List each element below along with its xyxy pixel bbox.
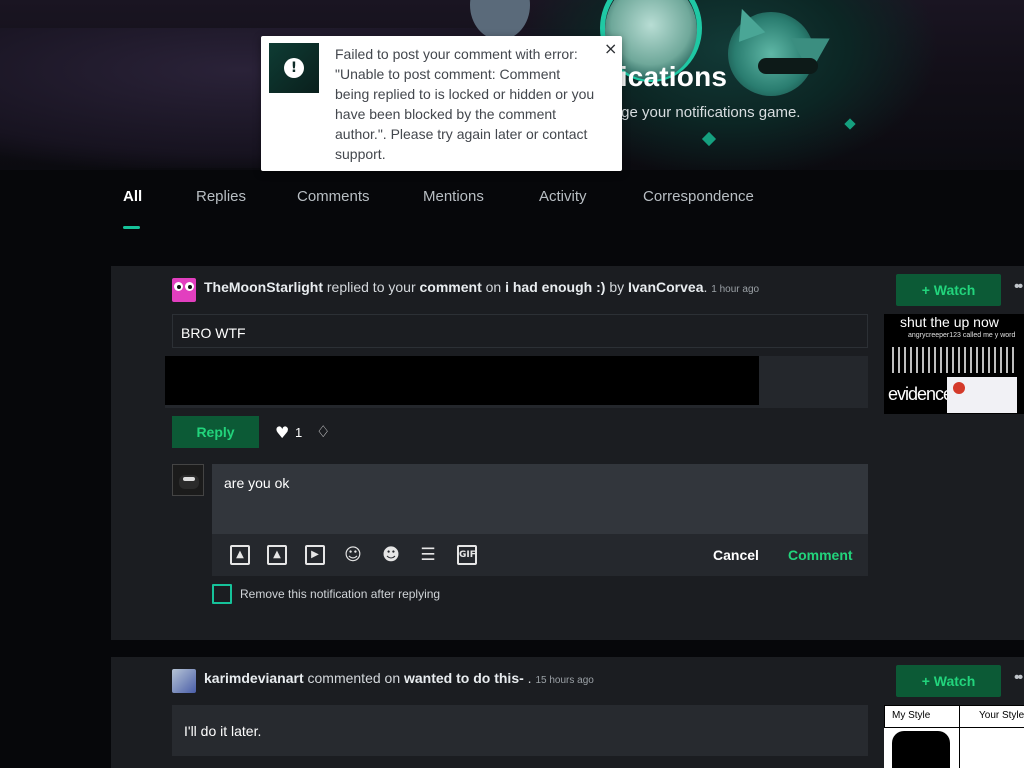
- deviation-link[interactable]: wanted to do this-: [404, 670, 524, 686]
- more-options-icon[interactable]: ••: [1014, 669, 1023, 687]
- avatar: [172, 464, 204, 496]
- thumbnail-screenshot: [947, 377, 1017, 413]
- remove-notification-checkbox[interactable]: [212, 584, 232, 604]
- close-icon[interactable]: ×: [604, 39, 617, 58]
- username-link[interactable]: karimdevianart: [204, 670, 304, 686]
- thumbnail-text: shut the up now: [900, 314, 999, 330]
- more-options-icon[interactable]: ••: [1014, 278, 1023, 296]
- thumbnail-text: evidence:: [888, 384, 957, 404]
- divider-icon[interactable]: ☰: [418, 545, 438, 565]
- separator-dot: .: [703, 279, 708, 295]
- comment-body: BRO WTF: [181, 325, 246, 341]
- tab-mentions[interactable]: Mentions: [423, 188, 484, 205]
- notification-summary: karimdevianart commented on wanted to do…: [204, 670, 594, 686]
- thumbnail-divider: [959, 727, 960, 768]
- notification-card: TheMoonStarlight replied to your comment…: [111, 266, 1024, 640]
- action-text: commented on: [307, 670, 401, 686]
- tab-correspondence[interactable]: Correspondence: [643, 188, 754, 205]
- active-tab-indicator: [123, 226, 140, 229]
- heart-icon[interactable]: ♥: [275, 423, 289, 442]
- timestamp: 15 hours ago: [535, 675, 594, 686]
- watch-button[interactable]: + Watch: [896, 274, 1001, 306]
- avatar[interactable]: [172, 669, 196, 693]
- comment-body: I'll do it later.: [184, 723, 262, 739]
- badge-icon[interactable]: ♢: [316, 422, 330, 441]
- thumbnail-text: angrycreeper123 called me y word: [908, 332, 1016, 339]
- deviation-thumbnail[interactable]: My Style Your Style: [884, 705, 1024, 768]
- timestamp: 1 hour ago: [711, 284, 760, 295]
- toast-icon-box: !: [269, 43, 319, 93]
- exclamation-icon: !: [284, 58, 304, 78]
- deviation-thumbnail[interactable]: shut the up now angrycreeper123 called m…: [884, 314, 1024, 414]
- video-icon[interactable]: ▶: [305, 545, 325, 565]
- author-link[interactable]: IvanCorvea: [628, 279, 703, 295]
- action-text: on: [485, 279, 502, 295]
- tab-replies[interactable]: Replies: [196, 188, 246, 205]
- separator-dot: .: [527, 670, 532, 686]
- like-count: 1: [295, 425, 303, 440]
- reply-input-value[interactable]: are you ok: [224, 475, 289, 491]
- avatar-eye: [185, 282, 194, 291]
- thumbnail-graphic: [892, 347, 1014, 373]
- comment-submit-button[interactable]: Comment: [788, 547, 853, 563]
- tab-all[interactable]: All: [123, 188, 142, 205]
- image-icon[interactable]: ▲: [230, 545, 250, 565]
- username-link[interactable]: TheMoonStarlight: [204, 279, 323, 295]
- mascot-visor: [758, 58, 818, 74]
- toast-message: Failed to post your comment with error: …: [335, 46, 595, 162]
- comment-container: [172, 314, 868, 348]
- avatar[interactable]: [172, 278, 196, 302]
- notification-card: karimdevianart commented on wanted to do…: [111, 657, 1024, 768]
- reply-input[interactable]: [212, 464, 868, 534]
- thumbnail-text: Your Style: [959, 705, 1024, 728]
- avatar-eye: [174, 282, 183, 291]
- checkbox-label: Remove this notification after replying: [240, 587, 441, 601]
- redacted-media: [165, 356, 759, 405]
- tab-comments[interactable]: Comments: [297, 188, 370, 205]
- emoticon-icon[interactable]: ☻: [381, 545, 401, 565]
- comment-container: [172, 705, 868, 756]
- action-text: by: [609, 279, 625, 295]
- notification-summary: TheMoonStarlight replied to your comment…: [204, 279, 759, 295]
- comment-link[interactable]: comment: [420, 279, 482, 295]
- tab-activity[interactable]: Activity: [539, 188, 587, 205]
- error-toast: ! Failed to post your comment with error…: [261, 36, 622, 171]
- thumbnail-text: My Style: [884, 705, 960, 728]
- gif-icon[interactable]: GIF: [457, 545, 477, 565]
- thumbnail-drawing: [892, 731, 950, 768]
- reply-button[interactable]: Reply: [172, 416, 259, 448]
- deviation-link[interactable]: i had enough :): [505, 279, 605, 295]
- watch-button[interactable]: + Watch: [896, 665, 1001, 697]
- gallery-icon[interactable]: ▲: [267, 545, 287, 565]
- action-text: replied to your: [326, 279, 416, 295]
- cancel-button[interactable]: Cancel: [713, 547, 759, 563]
- emoji-icon[interactable]: ☺: [343, 545, 363, 565]
- page-subtitle: charge your notifications game.: [592, 104, 801, 121]
